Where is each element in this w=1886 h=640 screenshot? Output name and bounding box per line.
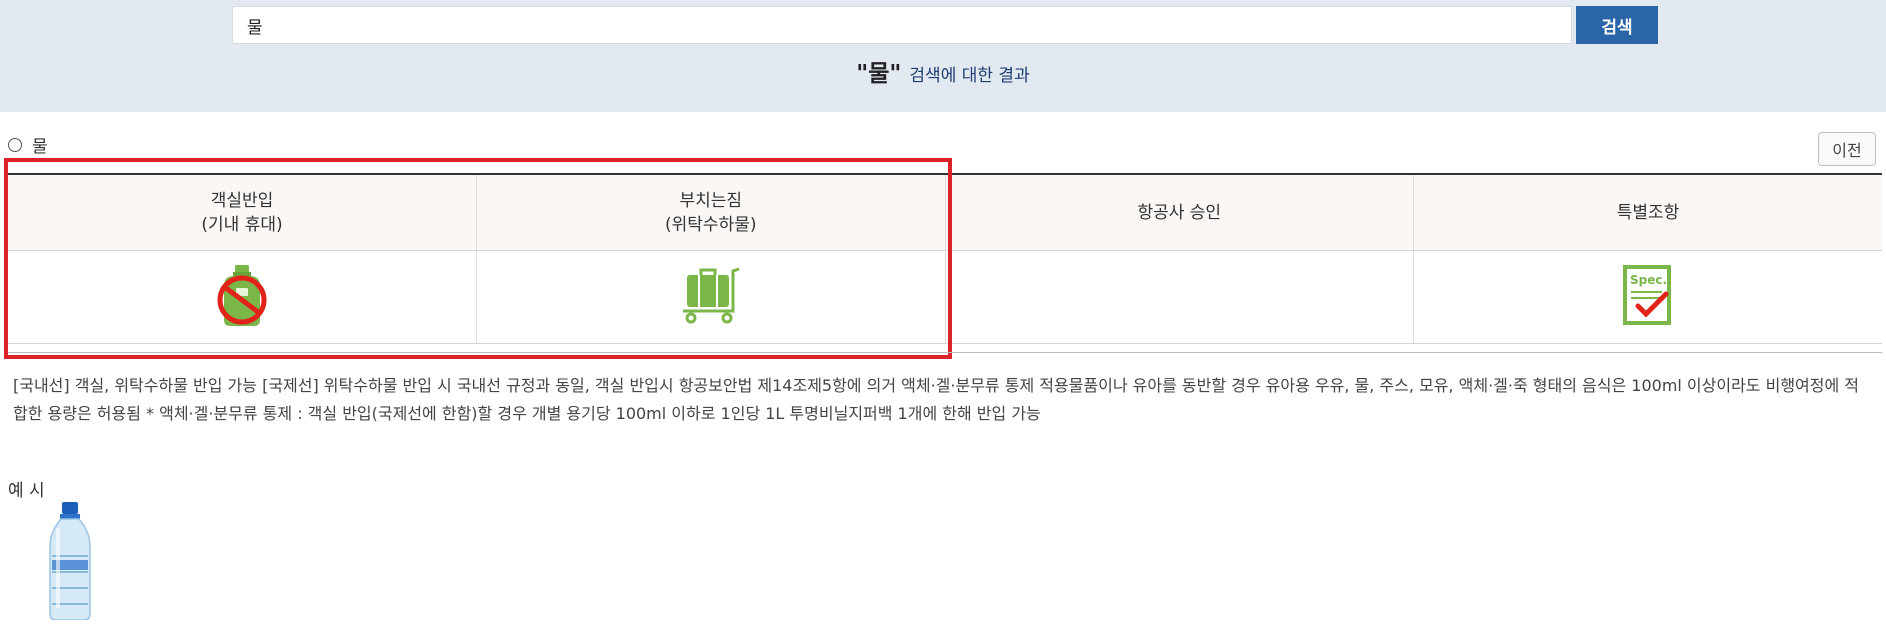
- rule-description: [국내선] 객실, 위탁수하물 반입 가능 [국제선] 위탁수하물 반입 시 국…: [13, 376, 1860, 423]
- header-special-provisions: 특별조항: [1413, 174, 1882, 251]
- example-label: 예 시: [8, 481, 45, 501]
- header-airline-approval: 항공사 승인: [945, 174, 1414, 251]
- cell-checked-baggage: [476, 250, 946, 344]
- search-band: 검색 "물" 검색에 대한 결과: [0, 0, 1886, 112]
- result-caption-suffix: 검색에 대한 결과: [909, 66, 1030, 86]
- no-carry-on-bag-icon: [217, 265, 267, 326]
- header-line1: 객실반입: [210, 190, 274, 211]
- item-radio-row[interactable]: 물: [8, 132, 48, 157]
- result-keyword: "물": [856, 61, 902, 87]
- radio-button[interactable]: [8, 137, 22, 152]
- header-checked-baggage: 부치는짐 (위탁수하물): [476, 174, 946, 251]
- header-line1: 부치는짐: [679, 190, 743, 211]
- item-name: 물: [32, 137, 48, 157]
- water-bottle-image: [44, 502, 96, 624]
- luggage-cart-icon: [682, 267, 740, 324]
- search-input[interactable]: [232, 6, 1572, 44]
- header-line2: (기내 휴대): [201, 214, 283, 235]
- result-caption: "물" 검색에 대한 결과: [0, 54, 1886, 88]
- header-line1: 항공사 승인: [1137, 202, 1222, 223]
- search-button[interactable]: 검색: [1576, 6, 1658, 44]
- spec-checklist-icon: Spec.: [1623, 265, 1671, 325]
- divider: [8, 352, 1882, 353]
- header-line2: (위탁수하물): [665, 214, 757, 235]
- header-cabin-carry-on: 객실반입 (기내 휴대): [8, 174, 477, 251]
- baggage-rules-table: 객실반입 (기내 휴대) 부치는짐 (위탁수하물) 항공사 승인 특별조항 Sp…: [8, 173, 1882, 344]
- prev-button[interactable]: 이전: [1818, 132, 1876, 166]
- header-line1: 특별조항: [1616, 202, 1680, 223]
- cell-cabin-carry-on: [8, 250, 477, 344]
- spec-label: Spec.: [1630, 273, 1667, 287]
- cell-special-provisions: Spec.: [1413, 250, 1882, 344]
- cell-airline-approval: [945, 250, 1414, 344]
